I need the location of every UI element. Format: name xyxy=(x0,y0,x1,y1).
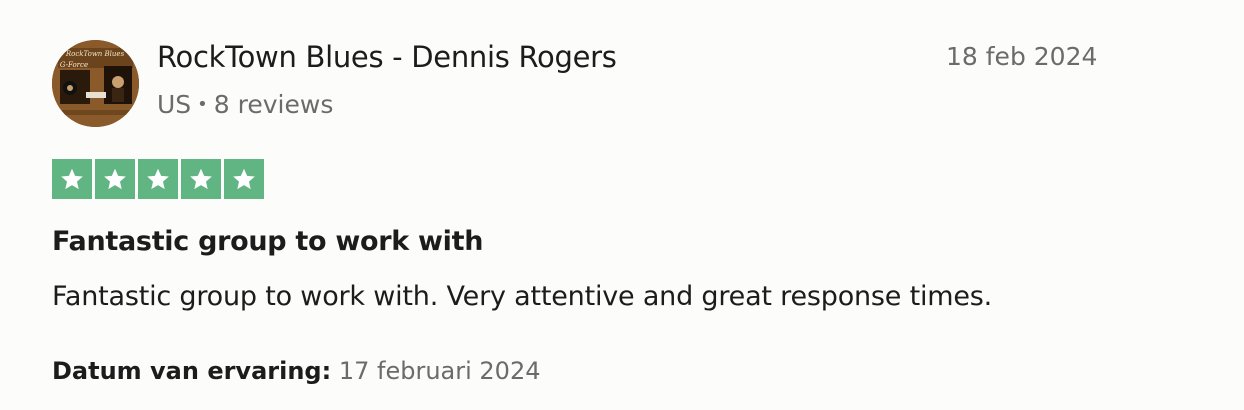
meta-separator: • xyxy=(197,94,208,115)
avatar-title-text: RockTown Blues xyxy=(65,50,125,58)
reviewer-avatar[interactable]: RockTown Blues G-Force xyxy=(52,40,139,127)
review-title[interactable]: Fantastic group to work with xyxy=(52,226,483,257)
reviewer-meta: US • 8 reviews xyxy=(157,90,333,119)
star-icon xyxy=(52,159,92,199)
experience-date-label: Datum van ervaring: xyxy=(52,357,332,385)
review-body: Fantastic group to work with. Very atten… xyxy=(52,281,993,312)
avatar-subtitle-text: G-Force xyxy=(60,61,88,69)
reviewer-review-count[interactable]: 8 reviews xyxy=(214,90,334,119)
star-icon xyxy=(181,159,221,199)
experience-date-value: 17 februari 2024 xyxy=(338,357,541,385)
star-icon xyxy=(138,159,178,199)
review-date: 18 feb 2024 xyxy=(946,42,1098,71)
star-icon xyxy=(224,159,264,199)
star-rating xyxy=(52,159,264,199)
experience-date-row: Datum van ervaring: 17 februari 2024 xyxy=(52,357,541,385)
reviewer-country: US xyxy=(157,90,192,119)
star-icon xyxy=(95,159,135,199)
avatar-image: RockTown Blues G-Force xyxy=(52,40,139,127)
reviewer-name[interactable]: RockTown Blues - Dennis Rogers xyxy=(157,40,617,74)
